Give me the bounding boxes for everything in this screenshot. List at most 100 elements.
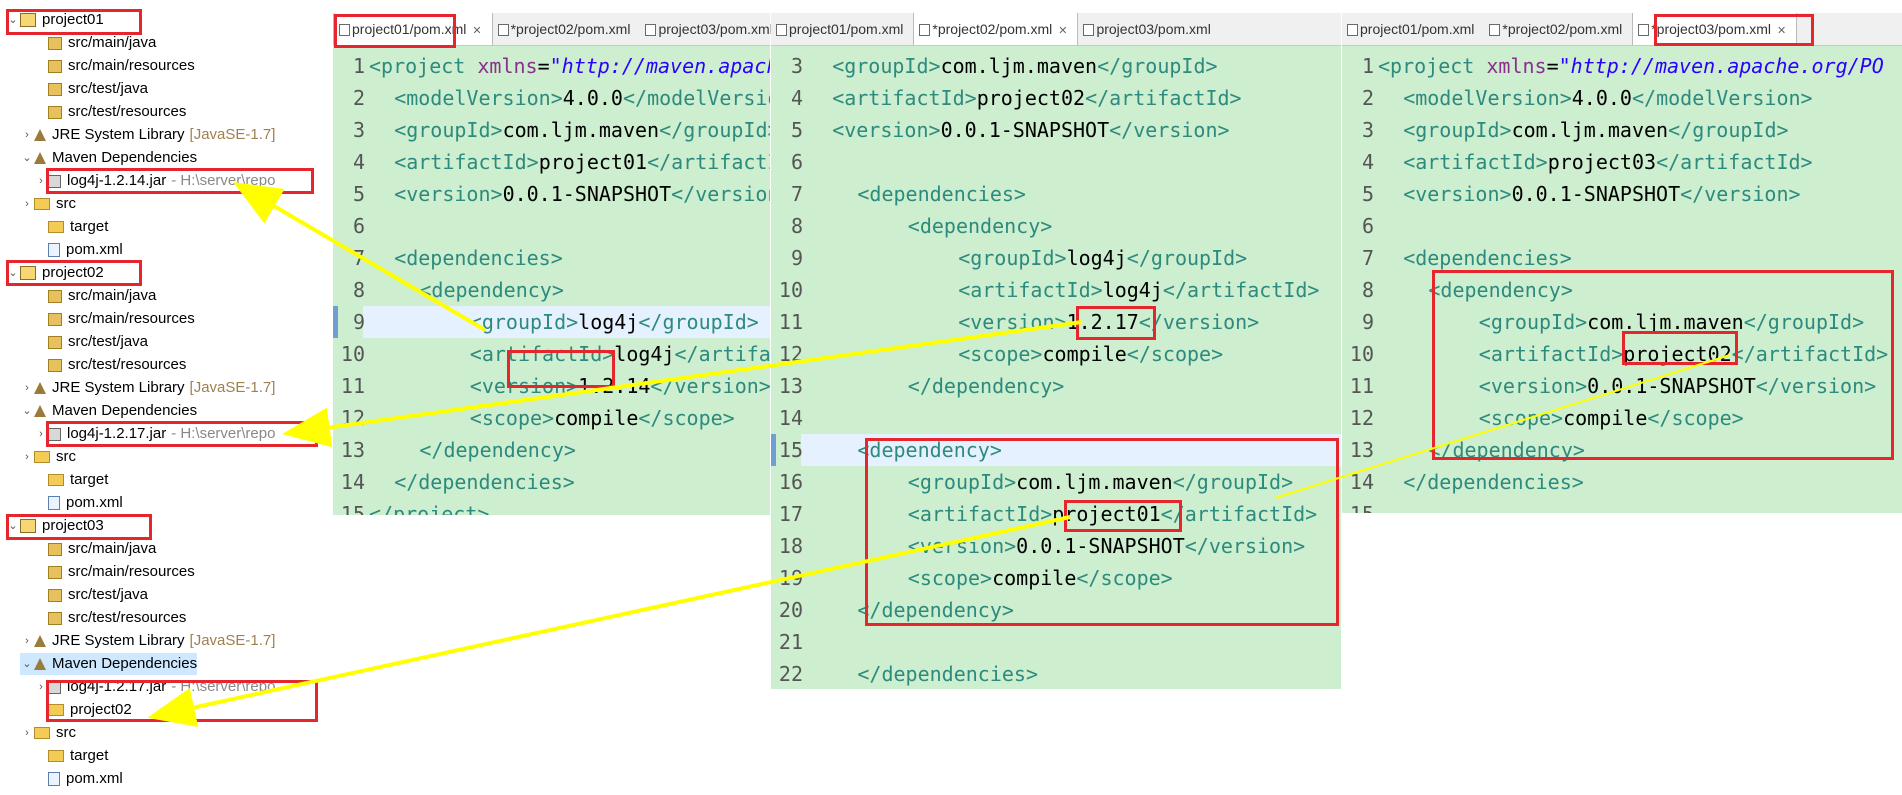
tree-item[interactable]: src/test/resources	[34, 607, 186, 629]
code-area[interactable]: 1<project xmlns="http://maven.apache.org…	[1342, 46, 1902, 513]
code-area[interactable]: 1<project xmlns="http://maven.apache.org…	[333, 46, 770, 515]
editor-tab[interactable]: project03/pom.xml	[640, 13, 782, 45]
code-token: </dependencies>	[394, 470, 575, 494]
tree-item[interactable]: › log4j-1.2.17.jar - H:\server\repo	[34, 423, 275, 445]
editor-tab[interactable]: *project02/pom.xml	[493, 13, 641, 45]
line-number: 11	[340, 374, 365, 398]
line-number: 10	[340, 342, 365, 366]
tree-item[interactable]: src/main/resources	[34, 55, 195, 77]
chevron-icon[interactable]: ⌄	[6, 262, 20, 284]
tree-item-label: src/main/java	[68, 34, 157, 51]
editor-tab[interactable]: *project02/pom.xml	[1484, 13, 1632, 45]
code-token: project01	[1052, 502, 1161, 526]
close-icon[interactable]: ✕	[1777, 25, 1786, 37]
chevron-icon[interactable]: ›	[20, 722, 34, 744]
line-number: 12	[340, 406, 365, 430]
tree-item[interactable]: pom.xml	[34, 492, 123, 514]
tree-item[interactable]: target	[34, 745, 108, 767]
tree-item[interactable]: ⌄ Maven Dependencies	[20, 400, 197, 422]
code-token: compile	[1563, 406, 1648, 430]
tree-item[interactable]: src/test/resources	[34, 354, 186, 376]
tree-item[interactable]: target	[34, 469, 108, 491]
tree-item[interactable]: src/main/java	[34, 538, 156, 560]
editor-tab[interactable]: project01/pom.xml ✕	[333, 13, 493, 45]
chevron-icon[interactable]: ›	[20, 630, 34, 652]
tree-item[interactable]: › src	[20, 446, 76, 468]
editor-tab[interactable]: project01/pom.xml	[1342, 13, 1484, 45]
tree-item[interactable]: src/test/resources	[34, 101, 186, 123]
chevron-icon[interactable]: ›	[34, 676, 48, 698]
code-line: </dependencies>	[857, 658, 1038, 689]
proj-icon	[20, 13, 36, 27]
tree-item[interactable]: ⌄ Maven Dependencies	[20, 147, 197, 169]
tree-item[interactable]: src/test/java	[34, 331, 148, 353]
line-number: 5	[1361, 182, 1374, 206]
code-token: </artifactId>	[1085, 86, 1242, 110]
code-line: <artifactId>project01</artifactId>	[908, 498, 1317, 530]
tree-item[interactable]: target	[34, 216, 108, 238]
line-number: 13	[778, 374, 803, 398]
line-number: 15	[778, 438, 803, 462]
tree-item[interactable]: project02	[34, 699, 132, 721]
editor-tab[interactable]: *project03/pom.xml ✕	[1632, 13, 1798, 45]
chevron-icon[interactable]: ⌄	[6, 9, 20, 31]
tree-item[interactable]: ⌄ project01	[6, 9, 104, 31]
tree-item[interactable]: ⌄ Maven Dependencies	[20, 653, 198, 675]
editor-project03-pom[interactable]: project01/pom.xml *project02/pom.xml *proj…	[1342, 13, 1902, 513]
tree-item[interactable]: pom.xml	[34, 768, 123, 790]
close-icon[interactable]: ✕	[472, 25, 481, 37]
tree-item[interactable]: src/main/resources	[34, 561, 195, 583]
chevron-icon[interactable]: ›	[20, 193, 34, 215]
line-number: 1	[352, 54, 365, 78]
tree-item[interactable]: › src	[20, 722, 76, 744]
tree-item[interactable]: › log4j-1.2.14.jar - H:\server\repo	[34, 170, 275, 192]
code-token: <groupId>	[907, 470, 1017, 494]
code-token: compile	[1042, 342, 1127, 366]
code-token: 1.2.17	[1066, 310, 1139, 334]
code-token: <version>	[394, 182, 503, 206]
tree-item[interactable]: src/test/java	[34, 78, 148, 100]
chevron-icon[interactable]: ⌄	[20, 653, 34, 675]
chevron-icon[interactable]: ⌄	[6, 515, 20, 537]
tree-item[interactable]: › src	[20, 193, 76, 215]
chevron-icon[interactable]: ›	[20, 446, 34, 468]
tree-item[interactable]: src/main/resources	[34, 308, 195, 330]
tree-item[interactable]: › JRE System Library [JavaSE-1.7]	[20, 377, 275, 399]
tree-item[interactable]: › JRE System Library [JavaSE-1.7]	[20, 630, 275, 652]
code-token: <artifactId>	[1403, 150, 1548, 174]
close-icon[interactable]: ✕	[1058, 25, 1067, 37]
tree-item[interactable]: src/test/java	[34, 584, 148, 606]
tree-item-label: project01	[42, 11, 104, 28]
chevron-icon[interactable]: ›	[20, 124, 34, 146]
editor-project02-pom[interactable]: project01/pom.xml *project02/pom.xml ✕ proj…	[771, 13, 1341, 689]
tree-item[interactable]: src/main/java	[34, 285, 156, 307]
code-token: </groupId>	[1172, 470, 1294, 494]
tab-label: *project02/pom.xml	[1502, 21, 1623, 37]
tree-item[interactable]: pom.xml	[34, 239, 123, 261]
code-token: </groupId>	[1743, 310, 1865, 334]
chevron-icon[interactable]: ⌄	[20, 400, 34, 422]
tree-item[interactable]: src/main/java	[34, 32, 156, 54]
chevron-icon[interactable]: ⌄	[20, 147, 34, 169]
change-marker	[333, 306, 338, 338]
tree-item[interactable]: ⌄ project02	[6, 262, 103, 284]
editor-project01-pom[interactable]: project01/pom.xml ✕ *project02/pom.xml proj…	[333, 13, 773, 515]
tree-item[interactable]: › log4j-1.2.17.jar - H:\server\repo	[34, 676, 275, 698]
code-token: <dependencies>	[394, 246, 563, 270]
line-number: 4	[790, 86, 803, 110]
code-token: com.ljm.maven	[1587, 310, 1744, 334]
code-token: <groupId>	[469, 310, 579, 334]
editor-tab[interactable]: *project02/pom.xml ✕	[913, 13, 1079, 45]
chevron-icon[interactable]: ›	[34, 170, 48, 192]
chevron-icon[interactable]: ›	[34, 423, 48, 445]
editor-tab[interactable]: project01/pom.xml	[771, 13, 913, 45]
code-line: <dependency>	[857, 434, 1002, 466]
tree-item-label: src/main/resources	[68, 310, 195, 327]
code-area[interactable]: 3 <groupId>com.ljm.maven</groupId> 4 <artif…	[771, 46, 1341, 689]
editor-tab[interactable]: project03/pom.xml	[1078, 13, 1220, 45]
chevron-icon[interactable]: ›	[20, 377, 34, 399]
code-line: <artifactId>log4j</artifactId>	[470, 338, 770, 370]
code-token: </artifactId>	[1162, 278, 1320, 302]
tree-item[interactable]: ⌄ project03	[6, 515, 103, 537]
tree-item[interactable]: › JRE System Library [JavaSE-1.7]	[20, 124, 275, 146]
